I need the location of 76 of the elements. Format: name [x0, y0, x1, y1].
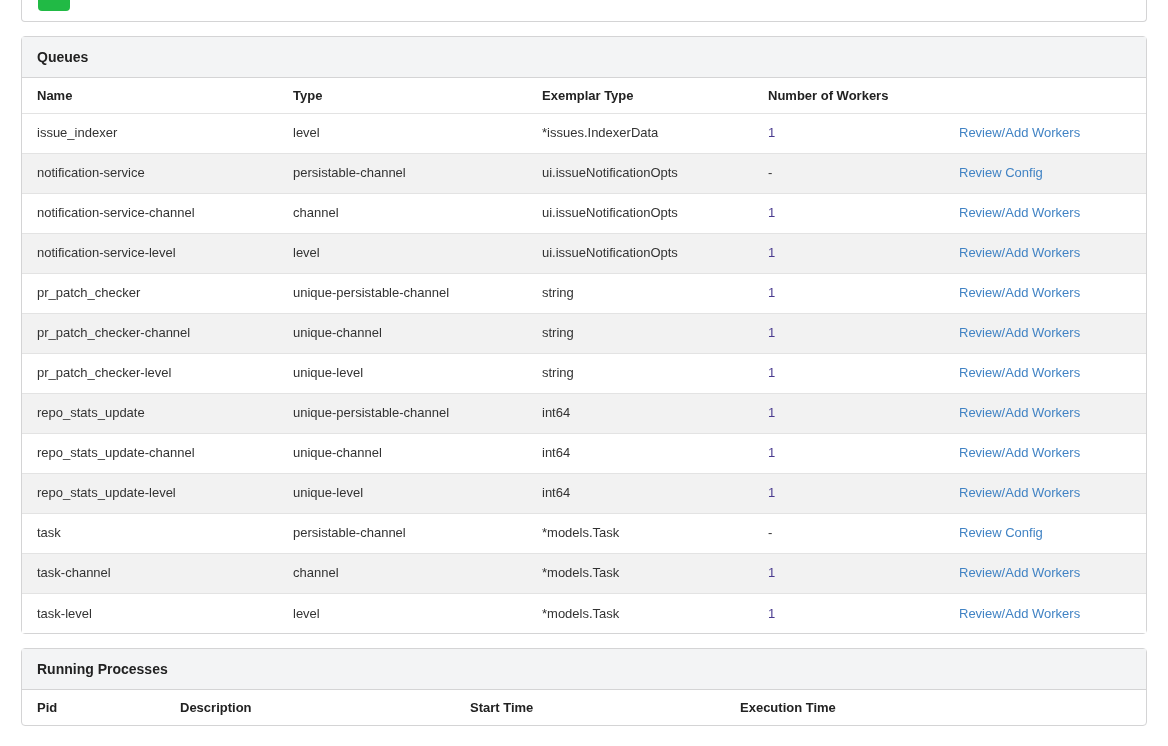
section-header: Running Processes [22, 649, 1146, 690]
column-header: Execution Time [740, 699, 836, 715]
table-cell: task [37, 525, 61, 541]
worker-count-link[interactable]: 1 [768, 365, 776, 381]
table-cell: unique-persistable-channel [293, 285, 450, 301]
table-cell: level [293, 125, 320, 141]
table-cell: *models.Task [542, 565, 620, 581]
table-cell: unique-channel [293, 445, 382, 461]
table-cell: pr_patch_checker [37, 285, 141, 301]
table-cell: level [293, 245, 320, 261]
table-cell: level [293, 605, 320, 621]
table-cell: repo_stats_update-channel [37, 445, 195, 461]
table-cell: repo_stats_update [37, 405, 145, 421]
worker-count-link[interactable]: 1 [768, 405, 776, 421]
review-config-link[interactable]: Review Config [959, 525, 1043, 541]
worker-count-link[interactable]: 1 [768, 125, 776, 141]
table-cell: task-channel [37, 565, 111, 581]
worker-count-link[interactable]: 1 [768, 485, 776, 501]
worker-count-link[interactable]: 1 [768, 205, 776, 221]
run-button[interactable] [38, 0, 70, 11]
table-cell: notification-service-channel [37, 205, 195, 221]
table-cell: pr_patch_checker-channel [37, 325, 191, 341]
table-cell: *models.Task [542, 605, 620, 621]
table-cell: channel [293, 205, 339, 221]
table-cell: unique-level [293, 365, 364, 381]
column-header: Description [180, 699, 252, 715]
column-header: Start Time [470, 699, 534, 715]
table-cell: string [542, 365, 574, 381]
table-cell: *models.Task [542, 525, 620, 541]
table-cell: ui.issueNotificationOpts [542, 165, 678, 181]
review-workers-link[interactable]: Review/Add Workers [959, 405, 1081, 421]
review-workers-link[interactable]: Review/Add Workers [959, 325, 1081, 341]
column-header: Number of Workers [768, 87, 889, 103]
table-cell: int64 [542, 405, 571, 421]
table-cell: unique-channel [293, 325, 382, 341]
column-header: Exemplar Type [542, 87, 634, 103]
review-config-link[interactable]: Review Config [959, 165, 1043, 181]
worker-count-link[interactable]: 1 [768, 325, 776, 341]
table-cell: int64 [542, 485, 571, 501]
table-cell: issue_indexer [37, 125, 118, 141]
review-workers-link[interactable]: Review/Add Workers [959, 365, 1081, 381]
table-cell: pr_patch_checker-level [37, 365, 172, 381]
table-cell: persistable-channel [293, 525, 406, 541]
table-cell: repo_stats_update-level [37, 485, 176, 501]
column-header: Type [293, 87, 323, 103]
worker-count-link[interactable]: 1 [768, 605, 776, 621]
table-cell: task-level [37, 605, 92, 621]
review-workers-link[interactable]: Review/Add Workers [959, 245, 1081, 261]
review-workers-link[interactable]: Review/Add Workers [959, 285, 1081, 301]
review-workers-link[interactable]: Review/Add Workers [959, 445, 1081, 461]
worker-count-link[interactable]: 1 [768, 565, 776, 581]
section-header: Queues [22, 37, 1146, 78]
table-cell: ui.issueNotificationOpts [542, 245, 678, 261]
review-workers-link[interactable]: Review/Add Workers [959, 485, 1081, 501]
table-cell: *issues.IndexerData [542, 125, 659, 141]
table-cell: notification-service-level [37, 245, 176, 261]
review-workers-link[interactable]: Review/Add Workers [959, 205, 1081, 221]
column-header: Pid [37, 699, 58, 715]
table-cell: notification-service [37, 165, 145, 181]
table-cell: int64 [542, 445, 571, 461]
worker-count-link[interactable]: 1 [768, 245, 776, 261]
worker-count-link[interactable]: 1 [768, 445, 776, 461]
table-cell: unique-persistable-channel [293, 405, 450, 421]
worker-count-link[interactable]: 1 [768, 285, 776, 301]
column-header: Name [37, 87, 73, 103]
review-workers-link[interactable]: Review/Add Workers [959, 125, 1081, 141]
table-cell: string [542, 285, 574, 301]
review-workers-link[interactable]: Review/Add Workers [959, 605, 1081, 621]
table-cell: unique-level [293, 485, 364, 501]
table-cell: string [542, 325, 574, 341]
table-cell: - [768, 525, 773, 541]
table-cell: ui.issueNotificationOpts [542, 205, 678, 221]
review-workers-link[interactable]: Review/Add Workers [959, 565, 1081, 581]
table-cell: - [768, 165, 773, 181]
table-cell: channel [293, 565, 339, 581]
table-cell: persistable-channel [293, 165, 406, 181]
